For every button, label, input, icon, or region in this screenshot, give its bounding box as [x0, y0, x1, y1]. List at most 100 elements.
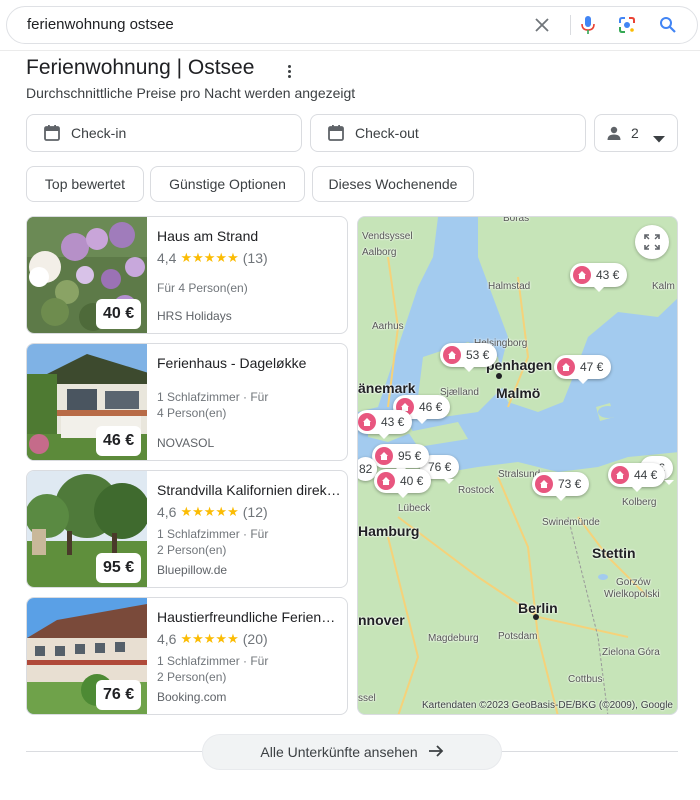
page-title: Ferienwohnung | Ostsee	[26, 56, 255, 79]
review-count: (20)	[242, 631, 268, 647]
see-all-label: Alle Unterkünfte ansehen	[260, 744, 418, 760]
map-label: änemark	[358, 380, 416, 396]
guests-select[interactable]: 2	[594, 114, 678, 152]
map-label: nnover	[358, 612, 405, 628]
guests-count: 2	[631, 125, 639, 141]
listing-rating: 4,6 ★★★★★ (12)	[157, 504, 268, 520]
map-label: Halmstad	[488, 281, 531, 292]
checkin-label: Check-in	[71, 125, 127, 141]
map-price-pin[interactable]: 40 €	[374, 469, 432, 498]
listing-title: Haustierfreundliche Ferien…	[157, 609, 336, 625]
map-label: Kolberg	[622, 497, 657, 508]
listing-details: 1 Schlafzimmer · Für	[157, 654, 269, 668]
listing-details-2: 4 Person(en)	[157, 406, 227, 420]
listing-card[interactable]: 46 € Ferienhaus - Dageløkke 1 Schlafzimm…	[26, 343, 348, 461]
checkin-field[interactable]: Check-in	[26, 114, 302, 152]
chip-top-rated[interactable]: Top bewertet	[26, 166, 144, 202]
map-label: Aalborg	[362, 247, 397, 258]
listing-card[interactable]: 95 € Strandvilla Kalifornien direkt… 4,6…	[26, 470, 348, 588]
map-label: Wielkopolski	[604, 589, 660, 600]
review-count: (12)	[242, 504, 268, 520]
checkout-field[interactable]: Check-out	[310, 114, 586, 152]
microphone-icon[interactable]	[577, 14, 599, 36]
price-badge: 95 €	[96, 553, 142, 583]
map-price-pin[interactable]: 44 €	[608, 463, 666, 492]
more-options-icon[interactable]	[281, 60, 297, 82]
chip-this-weekend[interactable]: Dieses Wochenende	[312, 166, 474, 202]
clear-icon[interactable]	[531, 14, 553, 36]
map-label: Lübeck	[398, 503, 431, 514]
map-label: Berlin	[518, 600, 558, 616]
home-icon	[375, 447, 393, 465]
search-input[interactable]: ferienwohnung ostsee	[27, 7, 174, 43]
star-rating-icon: ★★★★★	[180, 504, 239, 519]
lens-icon[interactable]	[616, 14, 638, 36]
listing-card[interactable]: 40 € Haus am Strand 4,4 ★★★★★ (13) Für 4…	[26, 216, 348, 334]
map-label: Sjælland	[440, 387, 479, 398]
map-label: Stettin	[592, 545, 636, 561]
listing-details: 1 Schlafzimmer · Für	[157, 527, 269, 541]
map-price-pin[interactable]: 53 €	[440, 343, 498, 372]
home-icon	[358, 413, 376, 431]
search-bar[interactable]: ferienwohnung ostsee	[6, 6, 698, 44]
rating-value: 4,6	[157, 504, 177, 520]
star-rating-icon: ★★★★★	[180, 631, 239, 646]
map-label: Vendsyssel	[362, 231, 413, 242]
search-divider	[570, 15, 571, 35]
listing-provider: NOVASOL	[157, 436, 215, 450]
search-icon[interactable]	[657, 14, 679, 36]
map-label: Malmö	[496, 385, 541, 401]
map-label: Hamburg	[358, 523, 420, 539]
rating-value: 4,4	[157, 250, 177, 266]
map-price-pin[interactable]: 95 €	[372, 444, 430, 473]
calendar-icon	[327, 124, 345, 147]
map-label: ssel	[358, 693, 376, 704]
map-label: Aarhus	[372, 321, 404, 332]
calendar-icon	[43, 124, 61, 147]
star-rating-icon: ★★★★★	[180, 250, 239, 265]
map-attribution: Kartendaten ©2023 GeoBasis-DE/BKG (©2009…	[422, 700, 673, 711]
person-icon	[606, 125, 622, 146]
map-label: Gorzów	[616, 577, 651, 588]
header-divider	[0, 50, 700, 51]
checkout-label: Check-out	[355, 125, 419, 141]
listing-provider: Booking.com	[157, 690, 227, 704]
listing-card[interactable]: 76 € Haustierfreundliche Ferien… 4,6 ★★★…	[26, 597, 348, 715]
listing-title: Haus am Strand	[157, 228, 259, 244]
price-badge: 76 €	[96, 680, 142, 710]
map-label: Magdeburg	[428, 633, 479, 644]
home-icon	[557, 358, 575, 376]
arrow-right-icon	[428, 744, 444, 761]
map-label: Borås	[503, 216, 530, 224]
home-icon	[377, 472, 395, 490]
map[interactable]: Borås Vendsyssel Aalborg Halmstad Kalm A…	[357, 216, 678, 715]
listing-details: Für 4 Person(en)	[157, 281, 248, 295]
expand-map-icon[interactable]	[635, 225, 669, 259]
listing-rating: 4,4 ★★★★★ (13)	[157, 250, 268, 266]
listing-details-2: 2 Person(en)	[157, 543, 227, 557]
chip-cheap-options[interactable]: Günstige Optionen	[150, 166, 305, 202]
home-icon	[535, 475, 553, 493]
map-price-pin[interactable]: 73 €	[532, 472, 590, 501]
listing-details-2: 2 Person(en)	[157, 670, 227, 684]
map-label: Swinemünde	[542, 517, 600, 528]
map-label: Rostock	[458, 485, 495, 496]
listing-title: Ferienhaus - Dageløkke	[157, 355, 307, 371]
listing-provider: Bluepillow.de	[157, 563, 228, 577]
listing-title: Strandvilla Kalifornien direkt…	[157, 482, 343, 498]
map-price-pin[interactable]: 47 €	[554, 355, 612, 384]
price-badge: 40 €	[96, 299, 142, 329]
listing-provider: HRS Holidays	[157, 309, 232, 323]
divider-left	[26, 751, 202, 752]
map-label: Kalm	[652, 281, 675, 292]
map-label: Zielona Góra	[602, 647, 660, 658]
map-price-pin[interactable]: 43 €	[570, 263, 628, 292]
review-count: (13)	[242, 250, 268, 266]
see-all-button[interactable]: Alle Unterkünfte ansehen	[202, 734, 502, 770]
divider-right	[502, 751, 678, 752]
map-price-pin[interactable]: 43 €	[358, 410, 413, 439]
price-badge: 46 €	[96, 426, 142, 456]
home-icon	[611, 466, 629, 484]
rating-value: 4,6	[157, 631, 177, 647]
chevron-down-icon	[653, 130, 665, 148]
